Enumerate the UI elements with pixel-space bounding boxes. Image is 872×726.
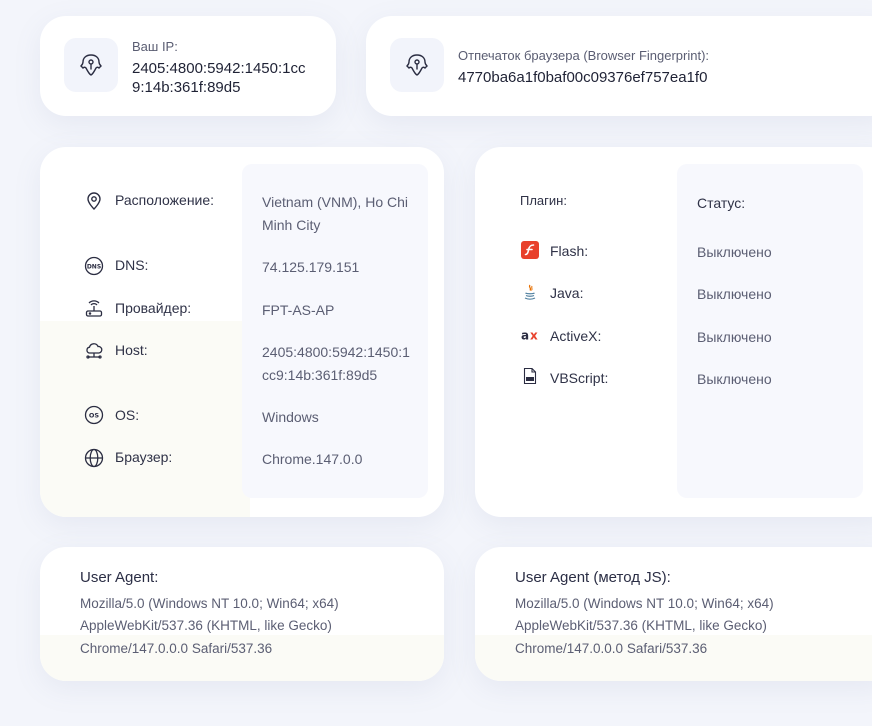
info-value-host: 2405:4800:5942:1450:1cc9:14b:361f:89d5: [262, 344, 410, 383]
info-value-os: Windows: [262, 409, 319, 425]
svg-text:a: a: [521, 329, 529, 343]
fingerprint-card: Отпечаток браузера (Browser Fingerprint)…: [366, 16, 872, 116]
flash-icon: [521, 241, 539, 259]
plugin-status-vbscript: Выключено: [697, 371, 772, 387]
cloud-network-icon: [86, 343, 103, 359]
ip-value: 2405:4800:5942:1450:1cc9:14b:361f:89d5: [132, 60, 306, 96]
svg-text:DNS: DNS: [87, 264, 101, 271]
info-value-provider: FPT-AS-AP: [262, 302, 335, 318]
router-icon: [85, 300, 103, 317]
ip-icon-box: [64, 38, 118, 92]
info-label-host: Host:: [115, 342, 148, 358]
plugin-name-activex: ActiveX:: [550, 328, 602, 344]
info-value-browser: Chrome.147.0.0: [262, 451, 363, 467]
info-label-dns: DNS:: [115, 257, 149, 273]
useragent-line-3: Chrome/147.0.0.0 Safari/537.36: [80, 641, 273, 656]
plugin-name-vbscript: VBScript:: [550, 370, 609, 386]
plugins-card: Плагин: Статус: Flash: Выключено Java: В…: [475, 147, 872, 517]
plugin-status-activex: Выключено: [697, 329, 772, 345]
useragent-title: User Agent:: [80, 569, 159, 586]
info-value-dns: 74.125.179.151: [262, 259, 360, 275]
useragent-line-1: Mozilla/5.0 (Windows NT 10.0; Win64; x64…: [80, 596, 339, 611]
plugin-status-flash: Выключено: [697, 244, 772, 260]
plugins-header-plugin: Плагин:: [520, 193, 567, 208]
fingerprint-value: 4770ba6a1f0baf00c09376ef757ea1f0: [458, 69, 708, 86]
info-label-os: OS:: [115, 407, 140, 423]
dns-icon: DNS: [84, 256, 104, 276]
useragent-js-card: User Agent (метод JS): Mozilla/5.0 (Wind…: [475, 547, 872, 681]
svg-text:OS: OS: [89, 412, 100, 420]
os-icon: OS: [84, 405, 104, 425]
plugin-status-java: Выключено: [697, 286, 772, 302]
useragent-js-line-2: AppleWebKit/537.36 (KHTML, like Gecko): [515, 618, 767, 633]
useragent-line-2: AppleWebKit/537.36 (KHTML, like Gecko): [80, 618, 332, 633]
info-value-location: Vietnam (VNM), Ho Chi Minh City: [262, 194, 409, 233]
fingerprint-icon: [406, 54, 428, 76]
useragent-js-line-3: Chrome/147.0.0.0 Safari/537.36: [515, 641, 708, 656]
svg-text:x: x: [530, 329, 538, 343]
ip-card: Ваш IP: 2405:4800:5942:1450:1cc9:14b:361…: [40, 16, 336, 116]
useragent-js-line-1: Mozilla/5.0 (Windows NT 10.0; Win64; x64…: [515, 596, 774, 611]
ip-label: Ваш IP:: [132, 39, 178, 54]
useragent-js-title: User Agent (метод JS):: [515, 569, 671, 586]
activex-icon: a x: [521, 329, 538, 343]
plugin-name-flash: Flash:: [550, 243, 589, 259]
fingerprint-icon-box: [390, 38, 444, 92]
globe-icon: [84, 448, 104, 468]
plugin-name-java: Java:: [550, 285, 584, 301]
location-pin-icon: [87, 192, 101, 210]
info-card: Расположение: Vietnam (VNM), Ho Chi Minh…: [40, 147, 444, 517]
vbscript-file-icon: [523, 367, 537, 385]
info-label-location: Расположение:: [115, 192, 215, 208]
java-icon: [524, 284, 536, 300]
useragent-card: User Agent: Mozilla/5.0 (Windows NT 10.0…: [40, 547, 444, 681]
info-label-browser: Браузер:: [115, 449, 173, 465]
fingerprint-label: Отпечаток браузера (Browser Fingerprint)…: [458, 48, 710, 63]
fingerprint-icon: [80, 54, 102, 76]
info-label-provider: Провайдер:: [115, 300, 192, 316]
plugins-header-status: Статус:: [697, 195, 746, 211]
